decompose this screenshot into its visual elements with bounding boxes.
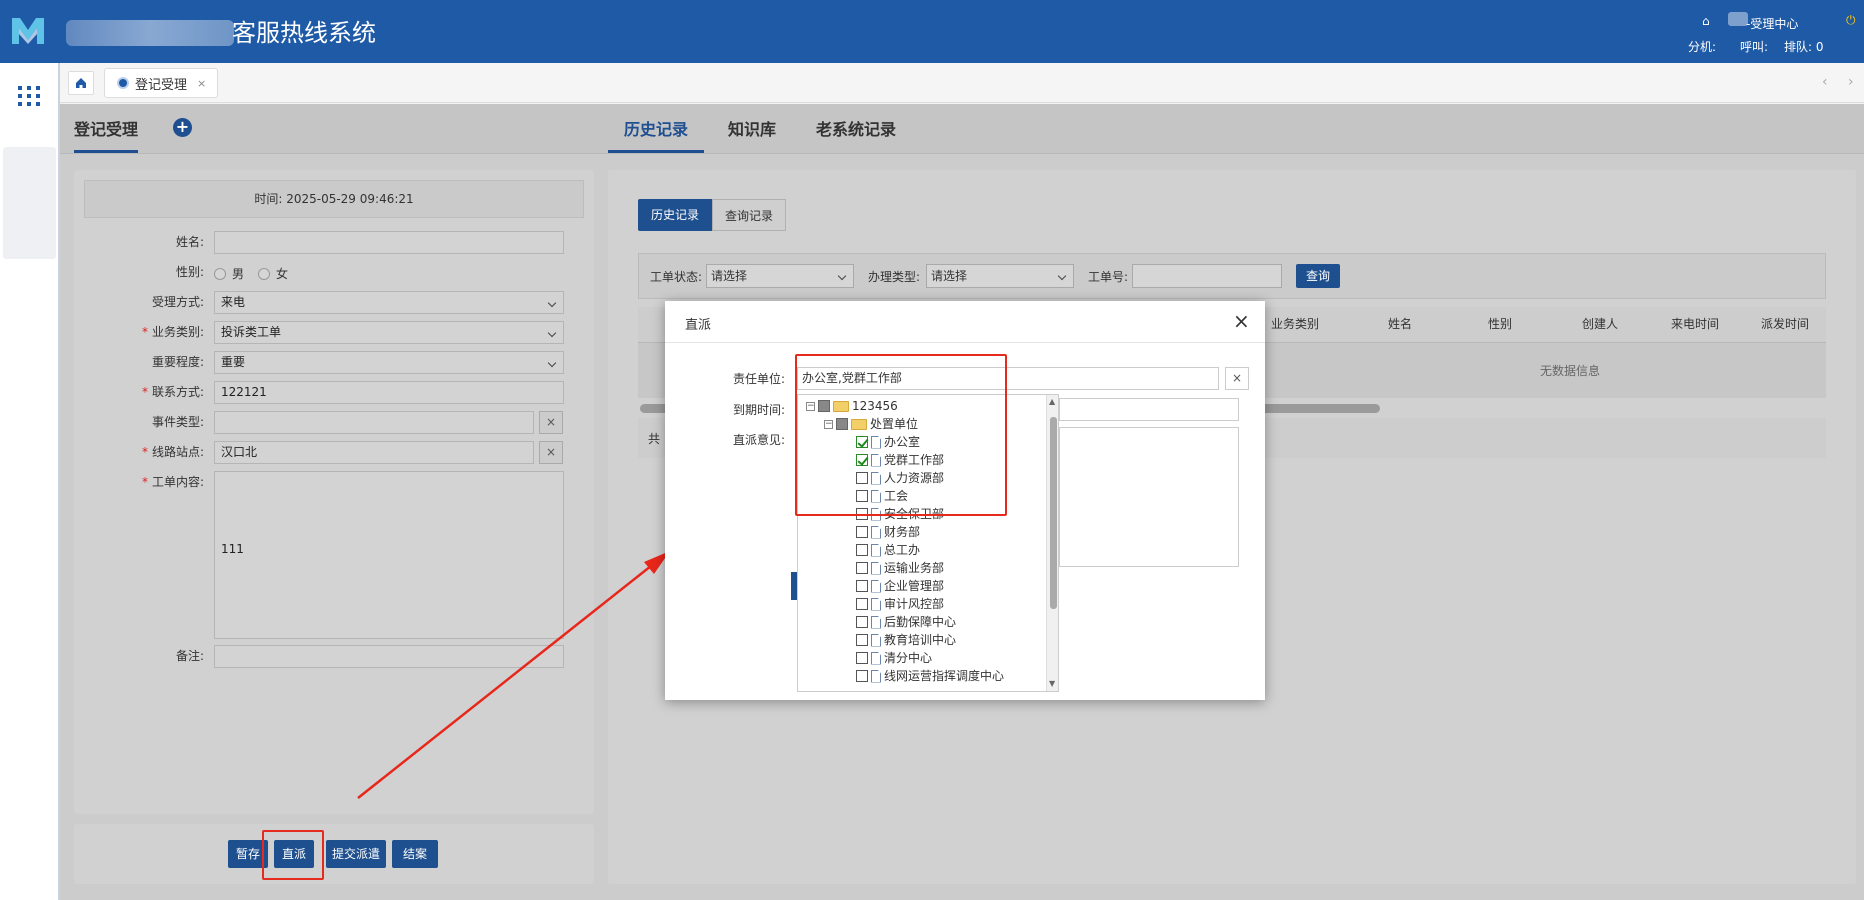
- dispatch-dialog: 直派 × 责任单位: 办公室,党群工作部 × 到期时间: 直派意见: − 123…: [665, 301, 1265, 700]
- tree-item-label: 审计风控部: [884, 597, 945, 611]
- tree-checkbox[interactable]: [856, 544, 868, 556]
- tree-checkbox[interactable]: [856, 562, 868, 574]
- file-icon: [871, 579, 881, 593]
- tree-checkbox[interactable]: [856, 652, 868, 664]
- tree-item[interactable]: 教育培训中心: [856, 631, 956, 649]
- tree-checkbox[interactable]: [856, 616, 868, 628]
- file-icon: [871, 633, 881, 647]
- due-input[interactable]: [1059, 398, 1239, 421]
- tree-item[interactable]: 后勤保障中心: [856, 613, 956, 631]
- tree-item[interactable]: 企业管理部: [856, 577, 944, 595]
- tree-item-label: 后勤保障中心: [884, 615, 957, 629]
- tree-item-label: 线网运营指挥调度中心: [884, 669, 1005, 683]
- file-icon: [871, 525, 881, 539]
- tree-item[interactable]: 财务部: [856, 523, 920, 541]
- tree-checkbox[interactable]: [856, 526, 868, 538]
- file-icon: [871, 669, 881, 683]
- highlight-box: [795, 354, 1007, 516]
- scroll-down-icon[interactable]: ▼: [1049, 679, 1055, 688]
- tree-item[interactable]: 运输业务部: [856, 559, 944, 577]
- tree-item-label: 财务部: [884, 525, 921, 539]
- file-icon: [871, 561, 881, 575]
- tree-item[interactable]: 清分中心: [856, 649, 932, 667]
- scroll-up-icon[interactable]: ▲: [1049, 397, 1055, 406]
- dialog-title: 直派: [685, 318, 712, 333]
- file-icon: [871, 597, 881, 611]
- file-icon: [871, 615, 881, 629]
- tree-item-label: 总工办: [884, 543, 921, 557]
- tree-checkbox[interactable]: [856, 580, 868, 592]
- due-label: 到期时间:: [732, 403, 785, 417]
- dialog-header: 直派 ×: [665, 301, 1265, 343]
- tree-checkbox[interactable]: [856, 670, 868, 682]
- tree-item[interactable]: 线网运营指挥调度中心: [856, 667, 1004, 685]
- clear-unit-button[interactable]: ×: [1225, 367, 1249, 390]
- tree-item-label: 企业管理部: [884, 579, 945, 593]
- tree-scrollbar[interactable]: ▲ ▼: [1046, 395, 1058, 691]
- scroll-thumb[interactable]: [1050, 417, 1057, 609]
- opinion-label: 直派意见:: [732, 433, 785, 447]
- opinion-textarea[interactable]: [1059, 427, 1239, 567]
- tree-checkbox[interactable]: [856, 598, 868, 610]
- file-icon: [871, 651, 881, 665]
- tree-item-label: 教育培训中心: [884, 633, 957, 647]
- tree-item[interactable]: 总工办: [856, 541, 920, 559]
- file-icon: [871, 543, 881, 557]
- unit-label: 责任单位:: [732, 372, 785, 386]
- tree-item[interactable]: 审计风控部: [856, 595, 944, 613]
- tree-item-label: 运输业务部: [884, 561, 945, 575]
- close-icon[interactable]: ×: [1233, 309, 1250, 333]
- tree-item-label: 清分中心: [884, 651, 933, 665]
- tree-checkbox[interactable]: [856, 634, 868, 646]
